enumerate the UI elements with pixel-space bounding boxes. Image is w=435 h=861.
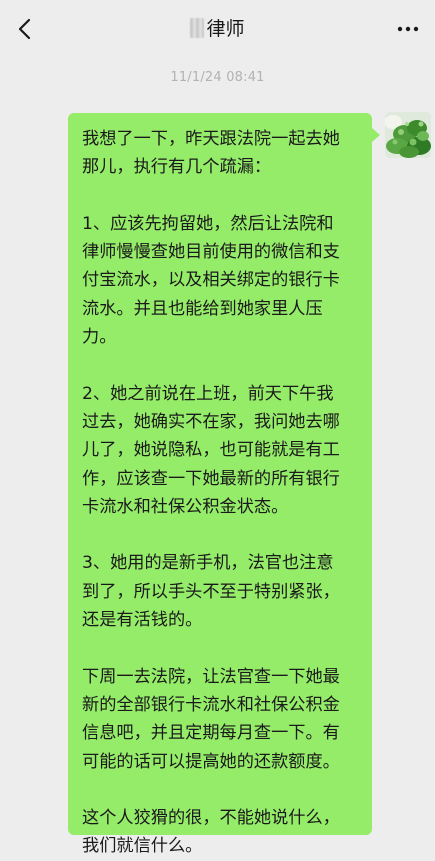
chat-title-text: 律师 xyxy=(206,18,245,40)
message-timestamp: 11/1/24 08:41 xyxy=(170,70,265,85)
more-options-button[interactable] xyxy=(393,14,423,44)
bubble-tail xyxy=(372,128,380,142)
more-dots-icon xyxy=(397,26,419,32)
redacted-name-blur xyxy=(190,18,205,38)
top-navigation-bar: 律师 xyxy=(0,0,435,58)
message-text: 我想了一下，昨天跟法院一起去她 那儿，执行有几个疏漏： 1、应该先拘留她，然后让… xyxy=(82,129,340,857)
avatar[interactable] xyxy=(385,112,431,158)
message-bubble[interactable]: 我想了一下，昨天跟法院一起去她 那儿，执行有几个疏漏： 1、应该先拘留她，然后让… xyxy=(68,113,372,856)
plant-avatar-image xyxy=(385,112,431,158)
chat-title: 律师 xyxy=(0,16,435,42)
